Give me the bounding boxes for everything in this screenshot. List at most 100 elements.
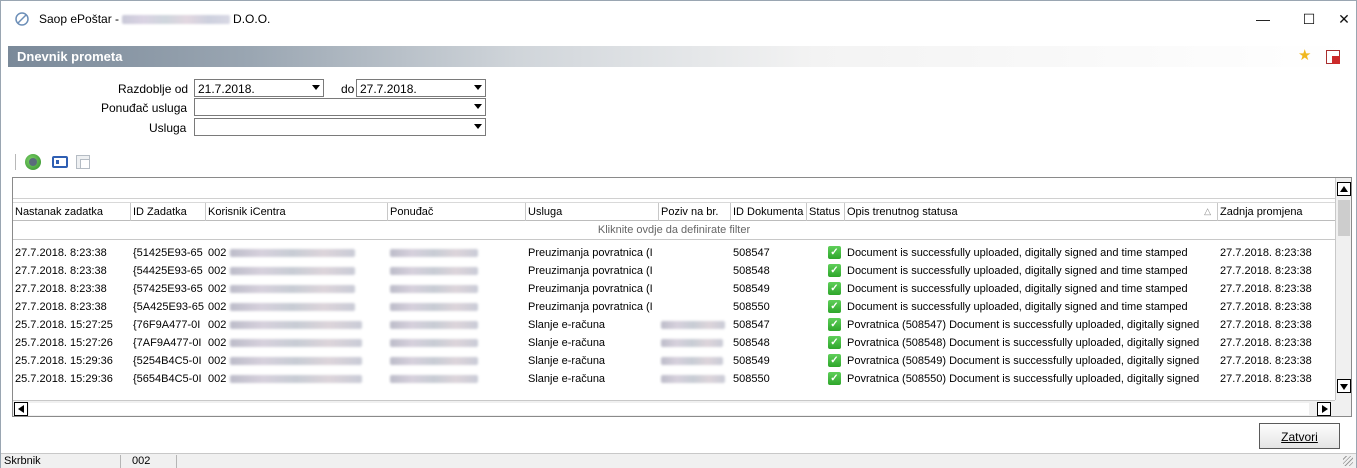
vertical-scrollbar[interactable]: [1335, 178, 1351, 400]
column-header-task-id[interactable]: ID Zadatka: [131, 203, 206, 221]
column-header-service[interactable]: Usluga: [526, 203, 659, 221]
horizontal-scrollbar[interactable]: [13, 400, 1335, 416]
check-icon: ✓: [828, 372, 841, 385]
redacted-provider: [390, 303, 478, 312]
chevron-down-icon: [474, 104, 482, 109]
grid-toolbar: [12, 151, 212, 173]
cell-last-change: 27.7.2018. 8:23:38: [1220, 283, 1312, 295]
star-icon[interactable]: ★: [1298, 48, 1311, 64]
scroll-up-icon[interactable]: [1337, 182, 1351, 196]
column-header-provider[interactable]: Ponuđač: [388, 203, 526, 221]
cell-reference: [659, 352, 731, 370]
status-empty-panel: [177, 455, 1337, 468]
redacted-reference: [661, 339, 723, 348]
close-window-button[interactable]: ✕: [1332, 1, 1356, 37]
redacted-company-name: [122, 15, 231, 25]
grid-filter-row[interactable]: Kliknite ovdje da definirate filter: [13, 221, 1335, 240]
table-row[interactable]: 25.7.2018. 15:29:36 {5654B4C5-0I 002 Slanje…: [13, 370, 1335, 388]
cell-user-code: 002: [208, 265, 227, 277]
column-header-last-change[interactable]: Zadnja promjena: [1218, 203, 1335, 221]
service-dropdown[interactable]: [194, 118, 486, 136]
cell-status-description: Povratnica (508550) Document is successf…: [847, 373, 1200, 385]
cell-user-code: 002: [208, 301, 227, 313]
cell-last-change: 27.7.2018. 8:23:38: [1220, 373, 1312, 385]
check-icon: ✓: [828, 264, 841, 277]
table-row[interactable]: 25.7.2018. 15:27:26 {7AF9A477-0I 002 Slanje…: [13, 334, 1335, 352]
cell-user-code: 002: [208, 319, 227, 331]
table-row[interactable]: 27.7.2018. 8:23:38 {51425E93-65 002 Preuzim…: [13, 244, 1335, 262]
cell-status-description: Document is successfully uploaded, digit…: [847, 301, 1188, 313]
redacted-user-name: [230, 267, 356, 276]
cell-user-code: 002: [208, 283, 227, 295]
cell-status-description: Document is successfully uploaded, digit…: [847, 247, 1188, 259]
cell-service: Slanje e-računa: [528, 355, 606, 367]
cell-document-id: 508550: [733, 301, 770, 313]
cell-document-id: 508549: [733, 283, 770, 295]
period-to-dropdown[interactable]: 27.7.2018.: [356, 79, 486, 97]
cell-service: Slanje e-računa: [528, 337, 606, 349]
cell-last-change: 27.7.2018. 8:23:38: [1220, 265, 1312, 277]
cell-provider: [388, 316, 526, 334]
table-row[interactable]: 25.7.2018. 15:29:36 {5254B4C5-0I 002 Slanje…: [13, 352, 1335, 370]
column-header-reference[interactable]: Poziv na br.: [659, 203, 731, 221]
cell-reference: [659, 280, 731, 298]
scroll-left-icon[interactable]: [14, 402, 28, 416]
cell-user: 002: [206, 244, 388, 262]
column-header-status-description-label: Opis trenutnog statusa: [847, 206, 958, 218]
refresh-icon[interactable]: [25, 154, 41, 170]
redacted-provider: [390, 267, 478, 276]
maximize-button[interactable]: ☐: [1286, 1, 1332, 37]
group-by-bar[interactable]: [13, 178, 1335, 199]
vertical-scroll-thumb[interactable]: [1338, 200, 1350, 236]
window-title: Saop ePoštar - D.O.O.: [39, 12, 270, 26]
scroll-corner: [1335, 400, 1351, 416]
redacted-user-name: [230, 321, 363, 330]
resize-grip-icon[interactable]: [1343, 456, 1353, 466]
cell-document-id: 508550: [733, 373, 770, 385]
cell-user: 002: [206, 280, 388, 298]
cell-service: Preuzimanja povratnica (I: [528, 283, 653, 295]
table-row[interactable]: 25.7.2018. 15:27:25 {76F9A477-0I 002 Slanje…: [13, 316, 1335, 334]
cell-service: Preuzimanja povratnica (I: [528, 265, 653, 277]
column-header-user[interactable]: Korisnik iCentra: [206, 203, 388, 221]
exit-icon[interactable]: [1326, 50, 1340, 64]
minimize-button[interactable]: —: [1240, 1, 1286, 37]
column-header-status[interactable]: Status: [807, 203, 845, 221]
grid-header-row: Nastanak zadatka ID Zadatka Korisnik iCe…: [13, 202, 1335, 221]
cell-reference: [659, 298, 731, 316]
cell-task-id: {5654B4C5-0I: [133, 373, 202, 385]
provider-label: Ponuđač usluga: [101, 101, 188, 115]
period-to-label: do: [341, 82, 355, 96]
status-code: 002: [129, 455, 177, 468]
table-row[interactable]: 27.7.2018. 8:23:38 {57425E93-65 002 Preuzim…: [13, 280, 1335, 298]
cell-provider: [388, 334, 526, 352]
column-header-created[interactable]: Nastanak zadatka: [13, 203, 131, 221]
cell-document-id: 508549: [733, 355, 770, 367]
period-from-dropdown[interactable]: 21.7.2018.: [194, 79, 324, 97]
cell-created: 25.7.2018. 15:27:26: [15, 337, 113, 349]
table-row[interactable]: 27.7.2018. 8:23:38 {54425E93-65 002 Preuzim…: [13, 262, 1335, 280]
redacted-provider: [390, 321, 478, 330]
column-header-status-description[interactable]: Opis trenutnog statusa △: [845, 203, 1218, 221]
cell-created: 27.7.2018. 8:23:38: [15, 265, 107, 277]
column-header-document-id[interactable]: ID Dokumenta: [731, 203, 807, 221]
cell-reference: [659, 334, 731, 352]
scroll-right-icon[interactable]: [1317, 402, 1331, 416]
cell-user-code: 002: [208, 373, 227, 385]
period-from-value: 21.7.2018.: [198, 82, 255, 96]
cell-user: 002: [206, 298, 388, 316]
redacted-provider: [390, 357, 478, 366]
provider-dropdown[interactable]: [194, 98, 486, 116]
redacted-provider: [390, 285, 478, 294]
scroll-down-icon[interactable]: [1337, 379, 1351, 393]
chevron-down-icon: [474, 85, 482, 90]
table-row[interactable]: 27.7.2018. 8:23:38 {5A425E93-65 002 Preuzim…: [13, 298, 1335, 316]
view-details-icon[interactable]: [52, 156, 68, 168]
cell-document-id: 508547: [733, 319, 770, 331]
redacted-reference: [661, 375, 725, 384]
close-button[interactable]: Zatvori: [1259, 423, 1340, 449]
horizontal-scroll-thumb[interactable]: [29, 403, 1309, 415]
cell-provider: [388, 370, 526, 388]
cell-task-id: {54425E93-65: [133, 265, 203, 277]
redacted-user-name: [230, 339, 363, 348]
